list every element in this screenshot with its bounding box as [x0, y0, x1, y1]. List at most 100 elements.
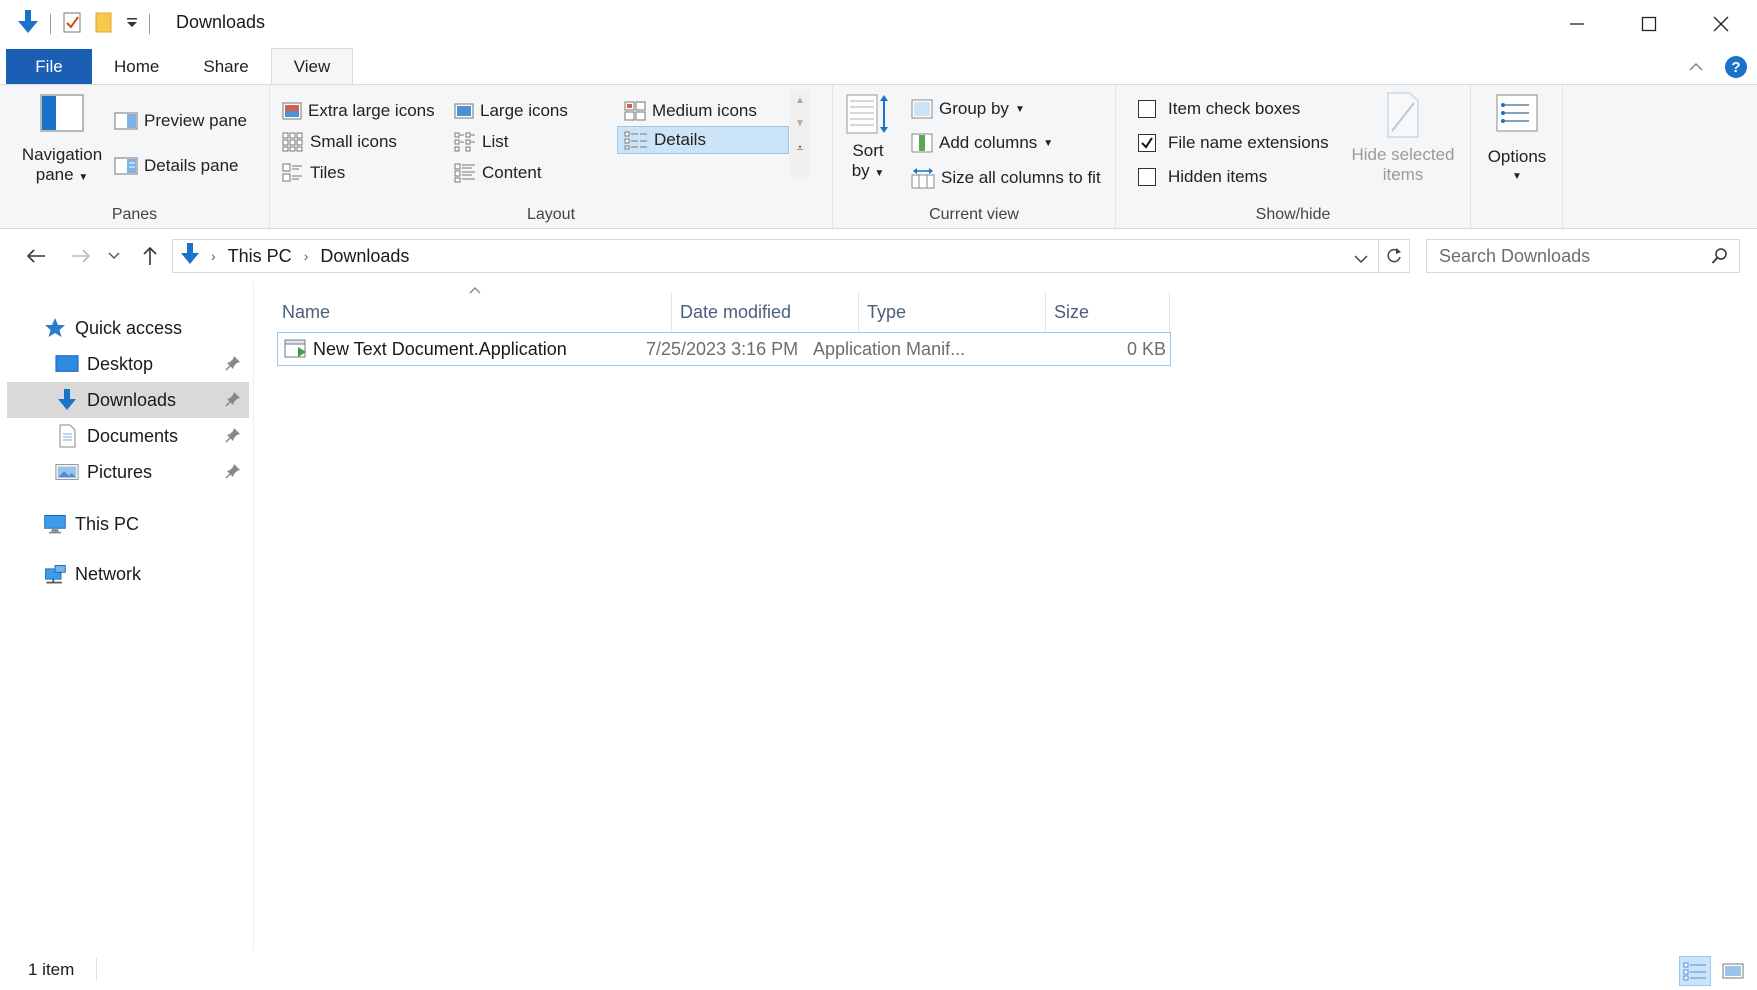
tab-view[interactable]: View — [270, 48, 354, 84]
maximize-button[interactable] — [1613, 0, 1685, 48]
nav-desktop[interactable]: Desktop — [7, 346, 249, 382]
file-name-extensions-checkbox[interactable] — [1138, 134, 1156, 152]
search-icon[interactable] — [1711, 247, 1729, 270]
documents-icon — [55, 424, 79, 448]
column-header-type[interactable]: Type — [859, 292, 1046, 332]
current-view-group: Sort by ▼ Group by ▼ Add columns ▼ Size … — [833, 85, 1116, 230]
item-count: 1 item — [28, 960, 75, 979]
file-date-modified: 7/25/2023 3:16 PM — [646, 339, 799, 359]
item-check-boxes-toggle[interactable]: Item check boxes — [1138, 99, 1300, 119]
pin-icon[interactable] — [225, 463, 241, 484]
help-button[interactable]: ? — [1725, 56, 1747, 78]
minimize-button[interactable] — [1541, 0, 1613, 48]
refresh-button[interactable] — [1378, 239, 1410, 273]
layout-medium-icons[interactable]: Medium icons — [624, 101, 757, 121]
breadcrumb-chevron-icon[interactable]: › — [304, 248, 309, 264]
chevron-down-icon — [108, 252, 120, 259]
recent-locations-button[interactable] — [104, 242, 124, 270]
pin-icon[interactable] — [225, 355, 241, 376]
title-bar: Downloads — [0, 0, 1757, 48]
preview-pane-button[interactable]: Preview pane — [114, 111, 247, 131]
options-icon — [1496, 94, 1538, 132]
new-folder-icon[interactable] — [93, 10, 115, 39]
close-icon — [1713, 16, 1729, 32]
add-columns-button[interactable]: Add columns ▼ — [911, 133, 1053, 153]
ribbon-right-controls: ? — [1689, 56, 1747, 78]
navigation-pane-button[interactable]: Navigation pane ▼ — [14, 93, 110, 188]
breadcrumb-this-pc[interactable]: This PC — [228, 246, 292, 267]
details-pane-button[interactable]: Details pane — [114, 156, 239, 176]
nav-this-pc[interactable]: This PC — [7, 506, 249, 542]
address-dropdown-button[interactable] — [1354, 249, 1368, 269]
column-header-name[interactable]: Name — [274, 292, 672, 332]
layout-tiles[interactable]: Tiles — [282, 163, 345, 183]
tiles-icon — [282, 163, 302, 182]
pin-icon[interactable] — [225, 427, 241, 448]
content-icon — [454, 163, 475, 183]
checkmark-icon — [1141, 137, 1153, 149]
quick-access-toolbar — [16, 8, 150, 40]
forward-button[interactable] — [67, 242, 95, 270]
refresh-icon — [1386, 248, 1401, 263]
nav-quick-access[interactable]: Quick access — [7, 310, 249, 346]
customize-qat-icon[interactable] — [125, 14, 139, 34]
dropdown-arrow-icon: ▼ — [1014, 103, 1025, 115]
tab-file[interactable]: File — [6, 49, 92, 84]
group-by-button[interactable]: Group by ▼ — [911, 99, 1025, 119]
chevron-down-icon — [1354, 255, 1368, 264]
address-bar[interactable]: › This PC › Downloads — [172, 239, 1379, 273]
file-type: Application Manif... — [813, 339, 966, 359]
view-toggles — [1679, 956, 1749, 986]
back-button[interactable] — [22, 242, 50, 270]
close-button[interactable] — [1685, 0, 1757, 48]
sort-by-icon — [846, 94, 888, 134]
breadcrumb-downloads[interactable]: Downloads — [320, 246, 409, 267]
layout-list[interactable]: List — [454, 132, 508, 152]
large-icons-view-button[interactable] — [1717, 956, 1749, 986]
properties-icon[interactable] — [61, 10, 83, 39]
navigation-row: › This PC › Downloads — [0, 230, 1757, 282]
group-by-icon — [911, 99, 933, 119]
search-box[interactable] — [1426, 239, 1740, 273]
column-header-date-modified[interactable]: Date modified — [672, 292, 859, 332]
pin-icon[interactable] — [225, 391, 241, 412]
size-all-columns-button[interactable]: Size all columns to fit — [911, 167, 1101, 189]
collapse-ribbon-button[interactable] — [1689, 57, 1703, 77]
up-button[interactable] — [136, 242, 164, 270]
layout-content[interactable]: Content — [454, 163, 542, 183]
scroll-up-icon[interactable]: ▲ — [790, 91, 810, 111]
details-view-button[interactable] — [1679, 956, 1711, 986]
scroll-down-icon[interactable]: ▼ — [790, 111, 810, 137]
nav-pictures[interactable]: Pictures — [7, 454, 249, 490]
add-columns-icon — [911, 133, 933, 153]
application-manifest-icon — [284, 338, 308, 365]
layout-details[interactable]: Details — [617, 126, 789, 154]
file-name-extensions-toggle[interactable]: File name extensions — [1138, 133, 1329, 153]
layout-gallery-scroll[interactable]: ▲ ▼ ⩡ — [790, 91, 810, 179]
sort-by-button[interactable]: Sort by ▼ — [843, 91, 893, 184]
tab-home[interactable]: Home — [92, 49, 181, 84]
nav-documents[interactable]: Documents — [7, 418, 249, 454]
tab-share[interactable]: Share — [181, 49, 270, 84]
hidden-items-checkbox[interactable] — [1138, 168, 1156, 186]
dropdown-arrow-icon: ▼ — [874, 168, 885, 179]
nav-downloads[interactable]: Downloads — [7, 382, 249, 418]
breadcrumb-chevron-icon[interactable]: › — [211, 248, 216, 264]
layout-large-icons[interactable]: Large icons — [454, 101, 568, 121]
layout-extra-large-icons[interactable]: Extra large icons — [282, 101, 435, 121]
hide-selected-items-button[interactable]: Hide selected items — [1347, 91, 1459, 185]
hidden-items-toggle[interactable]: Hidden items — [1138, 167, 1267, 187]
column-header-size[interactable]: Size — [1046, 292, 1170, 332]
item-check-boxes-checkbox[interactable] — [1138, 100, 1156, 118]
gallery-more-icon[interactable]: ⩡ — [790, 137, 810, 159]
nav-network[interactable]: Network — [7, 556, 249, 592]
ribbon: Navigation pane ▼ Preview pane Details p… — [0, 84, 1757, 230]
dropdown-arrow-icon: ▼ — [1512, 171, 1522, 182]
details-pane-icon — [114, 157, 138, 175]
window-title: Downloads — [176, 12, 266, 32]
layout-small-icons[interactable]: Small icons — [282, 132, 397, 152]
table-row[interactable]: New Text Document.Application 7/25/2023 … — [277, 332, 1171, 366]
search-input[interactable] — [1439, 245, 1699, 267]
panes-group: Navigation pane ▼ Preview pane Details p… — [0, 85, 270, 230]
options-button[interactable]: Options ▼ — [1481, 93, 1553, 187]
